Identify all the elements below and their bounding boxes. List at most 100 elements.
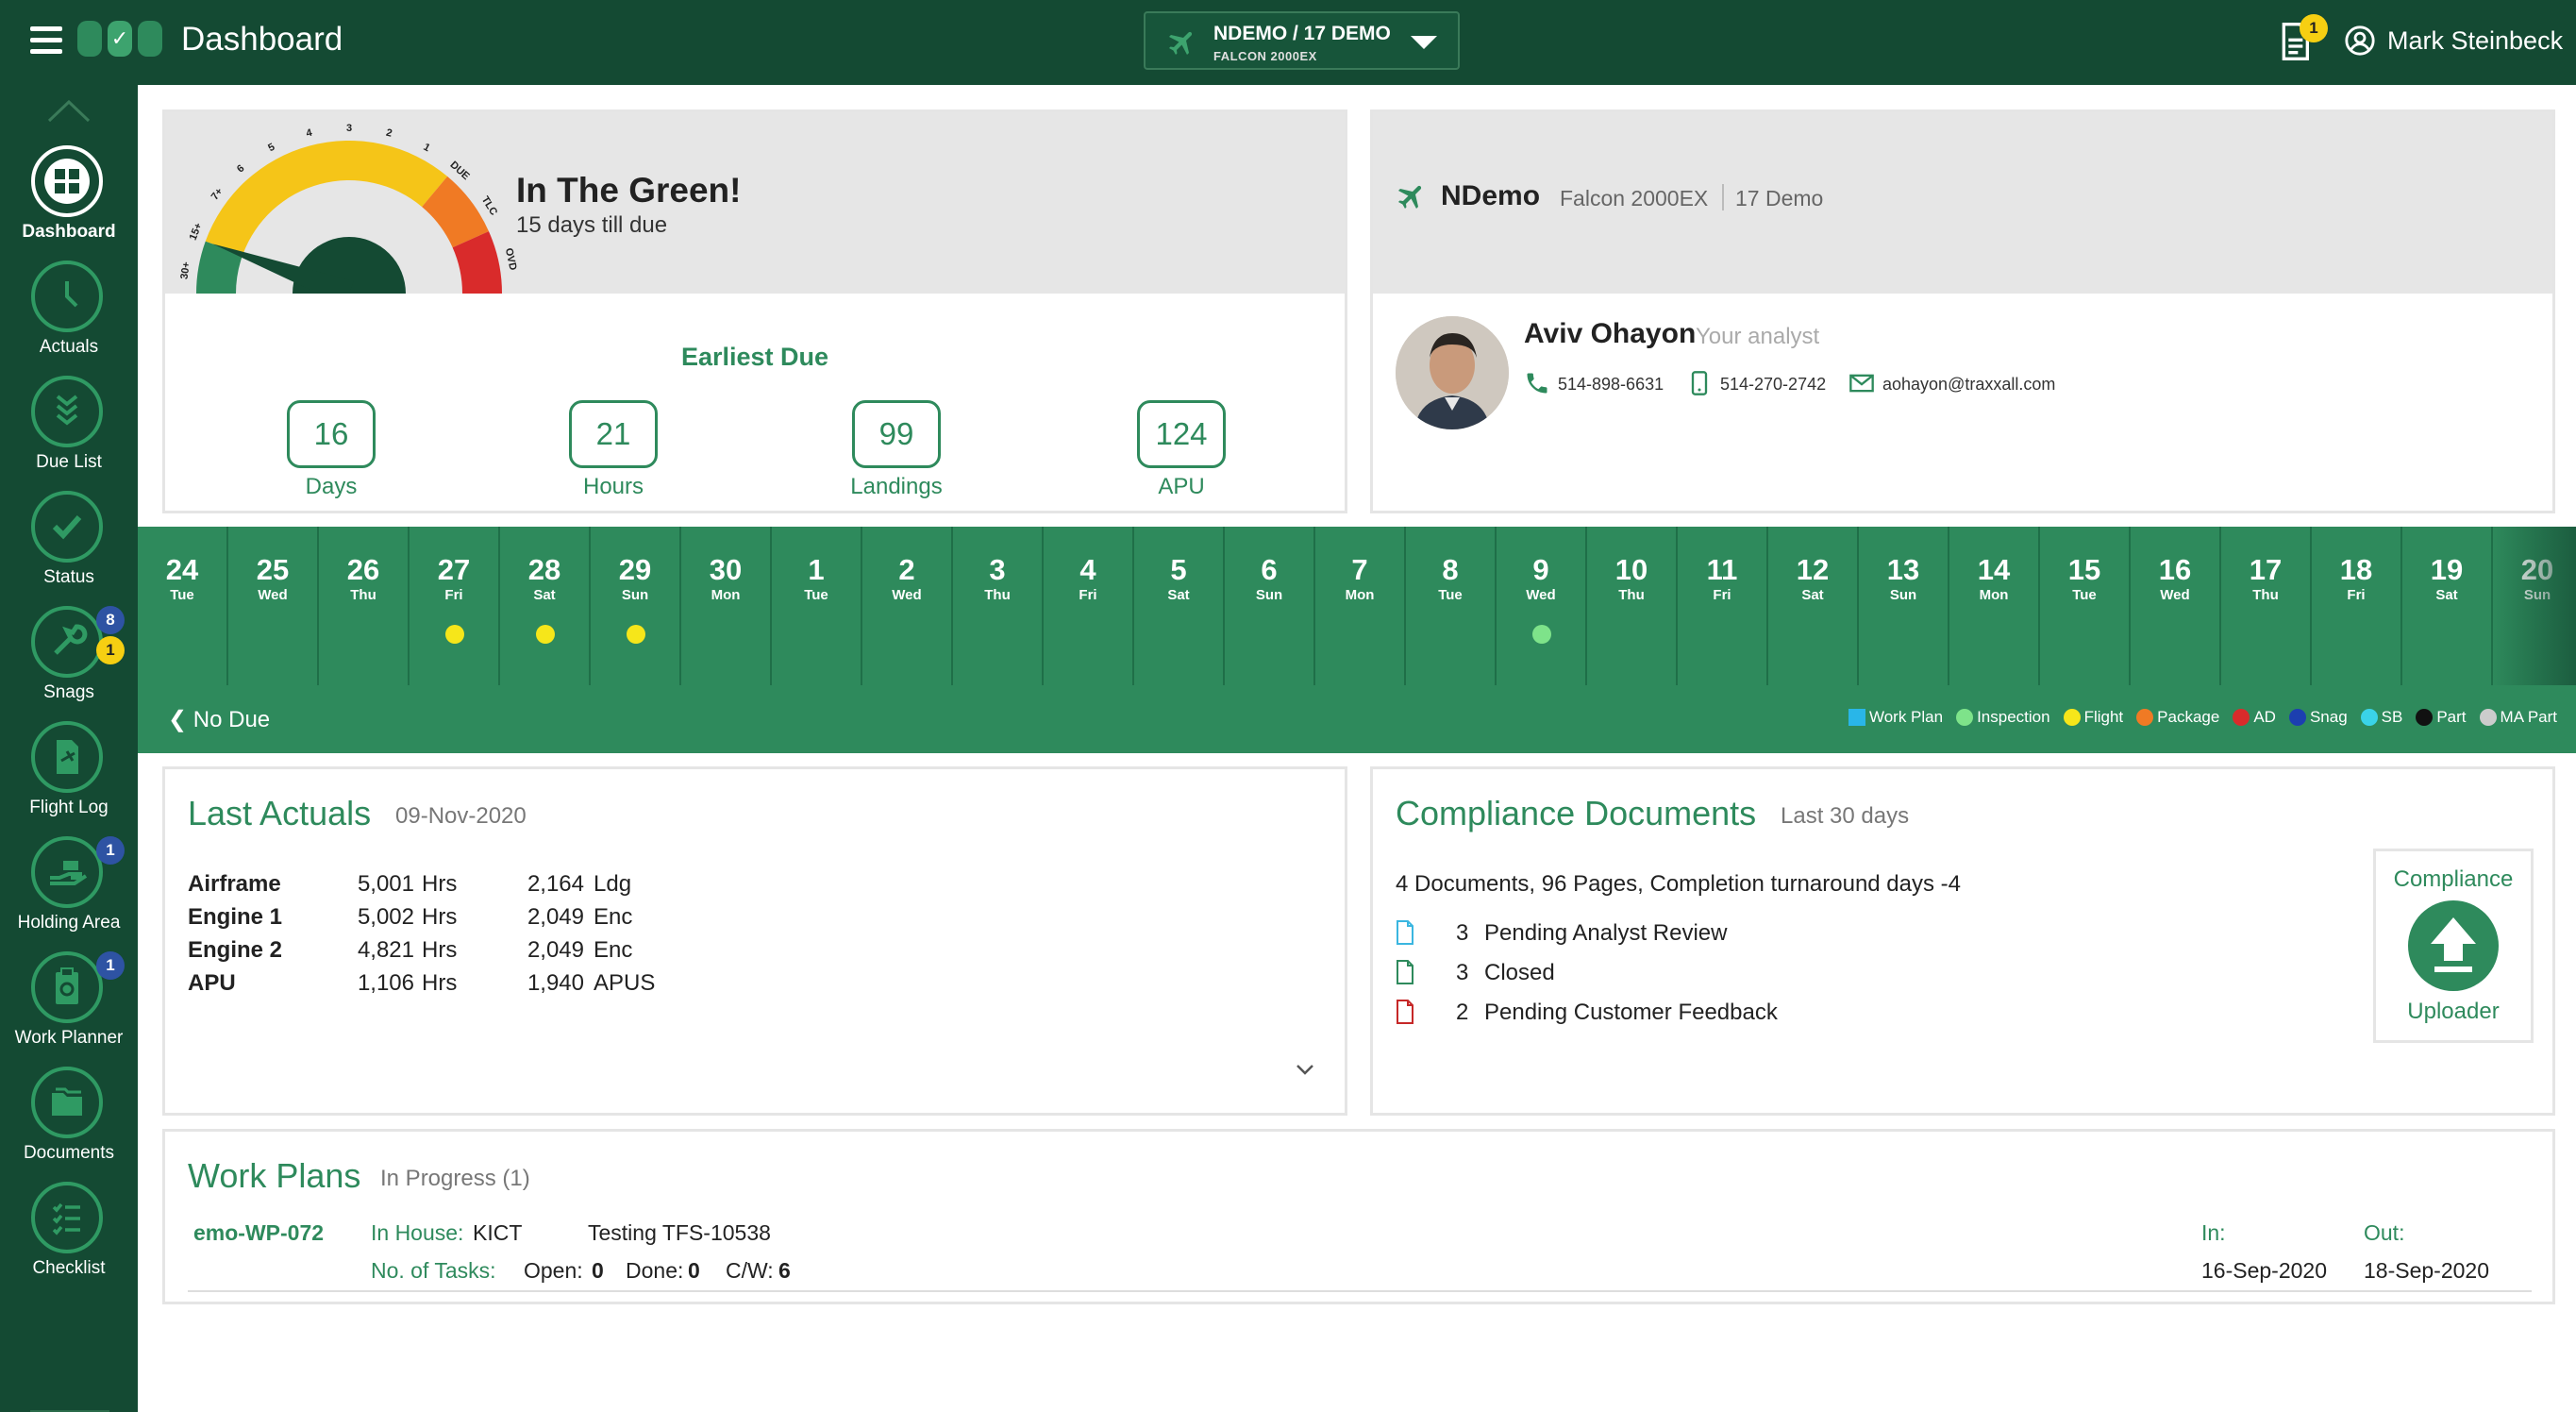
- user-name[interactable]: Mark Steinbeck: [2387, 26, 2563, 56]
- sidebar-item-checklist[interactable]: Checklist: [0, 1182, 138, 1297]
- actuals-row: Engine 2 4,821 Hrs 2,049 Enc: [188, 937, 754, 966]
- gauge-label: 2: [385, 127, 393, 140]
- analyst-name: Aviv Ohayon: [1524, 318, 1697, 349]
- sidebar-item-flight-log[interactable]: Flight Log: [0, 721, 138, 836]
- day-number: 27: [437, 553, 471, 586]
- sidebar-item-work-planner[interactable]: Work Planner 1: [0, 951, 138, 1067]
- notification-badge: 1: [2300, 14, 2328, 42]
- sidebar-item-status[interactable]: Status: [0, 491, 138, 606]
- legend-item[interactable]: Work Plan: [1848, 708, 1943, 727]
- event-dot[interactable]: [445, 625, 464, 644]
- sidebar-item-label: Holding Area: [17, 913, 121, 933]
- calendar-day[interactable]: 28 Sat: [500, 527, 591, 685]
- calendar-day[interactable]: 13 Sun: [1859, 527, 1949, 685]
- sidebar-item-holding-area[interactable]: Holding Area 1: [0, 836, 138, 951]
- done-value: 0: [688, 1258, 700, 1283]
- legend-item[interactable]: Flight: [2063, 708, 2123, 727]
- document-status-row[interactable]: 2 Pending Customer Feedback: [1396, 1000, 1962, 1028]
- sidebar-item-documents[interactable]: Documents: [0, 1067, 138, 1182]
- legend-label: Package: [2157, 708, 2220, 726]
- snags-count-badge: 8: [96, 606, 125, 634]
- calendar-legend-bar: ❮ No Due Work Plan Inspection Flight Packag…: [138, 685, 2576, 753]
- calendar-day[interactable]: 8 Tue: [1406, 527, 1497, 685]
- event-dot[interactable]: [1532, 625, 1551, 644]
- calendar-day[interactable]: 25 Wed: [228, 527, 319, 685]
- calendar-day[interactable]: 19 Sat: [2402, 527, 2493, 685]
- divider: [1722, 184, 1724, 210]
- calendar-day[interactable]: 1 Tue: [772, 527, 862, 685]
- legend-swatch: [2416, 709, 2434, 726]
- sidebar-item-snags[interactable]: Snags 8 1: [0, 606, 138, 721]
- analyst-email[interactable]: aohayon@traxxall.com: [1882, 375, 2055, 395]
- legend-item[interactable]: SB: [2360, 708, 2402, 727]
- uploader-top-label: Compliance: [2393, 866, 2514, 892]
- event-dot[interactable]: [536, 625, 555, 644]
- calendar-day[interactable]: 10 Thu: [1587, 527, 1678, 685]
- legend-item[interactable]: Inspection: [1956, 708, 2050, 727]
- day-weekday: Mon: [1979, 587, 2009, 603]
- legend-swatch: [1956, 709, 1974, 726]
- calendar-day[interactable]: 16 Wed: [2131, 527, 2221, 685]
- calendar-day[interactable]: 17 Thu: [2221, 527, 2312, 685]
- calendar-day[interactable]: 12 Sat: [1768, 527, 1859, 685]
- legend-item[interactable]: Snag: [2288, 708, 2348, 727]
- legend-item[interactable]: Part: [2416, 708, 2467, 727]
- event-dot[interactable]: [627, 625, 645, 644]
- calendar-day[interactable]: 24 Tue: [138, 527, 228, 685]
- calendar-day[interactable]: 30 Mon: [681, 527, 772, 685]
- sidebar-item-due-list[interactable]: Due List: [0, 376, 138, 491]
- calendar-day[interactable]: 9 Wed: [1497, 527, 1587, 685]
- sidebar-item-dashboard[interactable]: Dashboard: [0, 145, 138, 261]
- wrench-icon: [31, 606, 103, 678]
- top-bar: ✓ Dashboard NDEMO / 17 DEMO FALCON 2000E…: [0, 0, 2576, 85]
- airplane-icon: [1168, 31, 1193, 56]
- due-apu-value: 124: [1137, 400, 1226, 468]
- aircraft-selector[interactable]: NDEMO / 17 DEMO FALCON 2000EX: [1144, 11, 1460, 70]
- legend-item[interactable]: AD: [2233, 708, 2276, 727]
- calendar-day[interactable]: 7 Mon: [1315, 527, 1406, 685]
- due-hours[interactable]: 21 Hours: [566, 400, 661, 500]
- day-number: 4: [1079, 553, 1096, 586]
- calendar-day[interactable]: 26 Thu: [319, 527, 410, 685]
- document-status-row[interactable]: 3 Pending Analyst Review: [1396, 920, 1962, 949]
- earliest-due-label: Earliest Due: [680, 343, 829, 371]
- due-apu-label: APU: [1158, 474, 1205, 499]
- calendar-day[interactable]: 4 Fri: [1044, 527, 1134, 685]
- analyst-mobile[interactable]: 514-270-2742: [1720, 375, 1826, 395]
- calendar-day[interactable]: 14 Mon: [1949, 527, 2040, 685]
- menu-icon[interactable]: [30, 26, 62, 55]
- legend-item[interactable]: MA Part: [2479, 708, 2557, 727]
- calendar-day[interactable]: 18 Fri: [2312, 527, 2402, 685]
- calendar-day[interactable]: 3 Thu: [953, 527, 1044, 685]
- analyst-phone[interactable]: 514-898-6631: [1558, 375, 1664, 395]
- chevron-down-icon[interactable]: [1294, 1060, 1316, 1079]
- due-days[interactable]: 16 Days: [284, 400, 378, 500]
- calendar-day[interactable]: 2 Wed: [862, 527, 953, 685]
- legend-item[interactable]: Package: [2136, 708, 2219, 727]
- day-number: 2: [898, 553, 915, 586]
- day-weekday: Sun: [621, 587, 649, 603]
- document-status-row[interactable]: 3 Closed: [1396, 960, 1962, 988]
- aircraft-name: NDemo: [1441, 180, 1541, 211]
- calendar-day[interactable]: 11 Fri: [1678, 527, 1768, 685]
- calendar-day[interactable]: 6 Sun: [1225, 527, 1315, 685]
- no-due-label: No Due: [192, 707, 271, 732]
- calendar-day[interactable]: 27 Fri: [410, 527, 500, 685]
- work-plan-id[interactable]: emo-WP-072: [193, 1220, 324, 1246]
- day-weekday: Wed: [892, 587, 922, 603]
- day-number: 5: [1170, 553, 1187, 586]
- work-plans-card: Work Plans In Progress (1) emo-WP-072 In…: [162, 1129, 2555, 1304]
- due-landings[interactable]: 99 Landings: [849, 400, 944, 500]
- user-icon[interactable]: [2344, 25, 2376, 57]
- calendar-day[interactable]: 29 Sun: [591, 527, 681, 685]
- no-due-link[interactable]: ❮ No Due: [168, 706, 270, 733]
- sidebar-item-actuals[interactable]: Actuals: [0, 261, 138, 376]
- gauge-label: DUE: [447, 160, 471, 182]
- actuals-row: Airframe 5,001 Hrs 2,164 Ldg: [188, 871, 754, 899]
- chevron-up-icon[interactable]: [45, 96, 92, 125]
- calendar-day[interactable]: 15 Tue: [2040, 527, 2131, 685]
- calendar-day[interactable]: 5 Sat: [1134, 527, 1225, 685]
- in-date: 16-Sep-2020: [2201, 1258, 2327, 1283]
- due-apu[interactable]: 124 APU: [1134, 400, 1229, 500]
- compliance-uploader-button[interactable]: Compliance Uploader: [2373, 849, 2534, 1043]
